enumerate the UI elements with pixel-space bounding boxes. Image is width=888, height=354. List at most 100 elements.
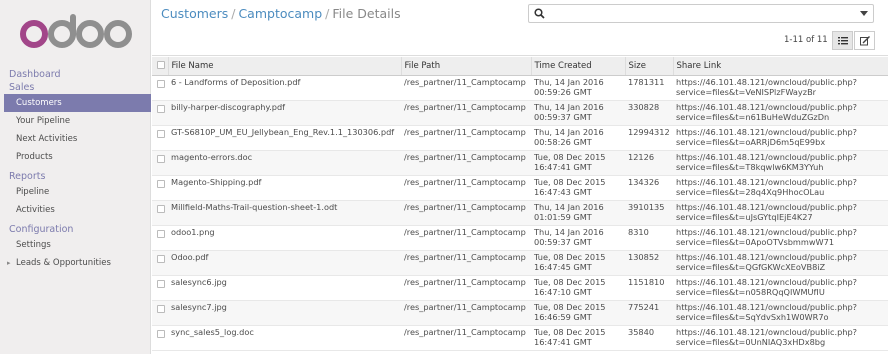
caret-right-icon: ▸: [7, 259, 11, 267]
cell-file-name: Millfield-Maths-Trail-question-sheet-1.o…: [168, 200, 401, 226]
cell-file-name: sync_sales5_log.doc: [168, 325, 401, 351]
cell-file-name: Odoo.pdf: [168, 250, 401, 276]
cell-time-created: Tue, 08 Dec 2015 16:47:41 GMT: [531, 325, 625, 351]
cell-file-path: /res_partner/11_Camptocamp: [401, 200, 531, 226]
sidebar-item-leads-opportunities[interactable]: ▸ Leads & Opportunities: [0, 254, 151, 272]
cell-file-path: /res_partner/11_Camptocamp: [401, 75, 531, 101]
cell-share-link: https://46.101.48.121/owncloud/public.ph…: [673, 200, 888, 226]
sidebar-item-customers[interactable]: Customers: [4, 94, 151, 112]
cell-size: 130852: [625, 250, 673, 276]
cell-share-link: https://46.101.48.121/owncloud/public.ph…: [673, 100, 888, 126]
column-header-file-path[interactable]: File Path: [401, 57, 532, 76]
sidebar-item-settings[interactable]: Settings: [0, 236, 151, 254]
list-view-button[interactable]: [832, 31, 853, 50]
row-checkbox[interactable]: [157, 329, 165, 338]
sidebar: Dashboard Sales Customers Your Pipeline …: [0, 0, 151, 354]
row-checkbox[interactable]: [157, 254, 165, 263]
sidebar-item-products[interactable]: Products: [0, 148, 151, 166]
row-checkbox[interactable]: [157, 279, 165, 288]
cell-time-created: Tue, 08 Dec 2015 16:47:43 GMT: [531, 175, 625, 201]
sidebar-item-label: Leads & Opportunities: [16, 258, 111, 268]
cell-size: 3910135: [625, 200, 673, 226]
cell-time-created: Tue, 08 Dec 2015 16:47:10 GMT: [531, 275, 625, 301]
cell-file-name: 6 - Landforms of Deposition.pdf: [168, 75, 401, 101]
odoo-logo[interactable]: [18, 14, 134, 50]
cell-time-created: Tue, 08 Dec 2015 16:47:45 GMT: [531, 250, 625, 276]
pager-value[interactable]: 1-11 of 11: [784, 35, 828, 45]
cell-share-link: https://46.101.48.121/owncloud/public.ph…: [673, 225, 888, 251]
cell-file-name: odoo1.png: [168, 225, 401, 251]
sidebar-item-next-activities[interactable]: Next Activities: [0, 130, 151, 148]
row-checkbox[interactable]: [157, 129, 165, 138]
cell-file-path: /res_partner/11_Camptocamp: [401, 250, 531, 276]
row-checkbox[interactable]: [157, 154, 165, 163]
row-checkbox[interactable]: [157, 204, 165, 213]
table-row[interactable]: salesync6.jpg /res_partner/11_Camptocamp…: [152, 275, 888, 301]
table-row[interactable]: magento-errors.doc /res_partner/11_Campt…: [152, 150, 888, 176]
cell-file-name: GT-S6810P_UM_EU_Jellybean_Eng_Rev.1.1_13…: [168, 125, 401, 151]
row-checkbox[interactable]: [157, 304, 165, 313]
cell-time-created: Tue, 08 Dec 2015 16:46:59 GMT: [531, 300, 625, 326]
cell-file-name: magento-errors.doc: [168, 150, 401, 176]
breadcrumb-customers[interactable]: Customers: [161, 6, 228, 21]
column-header-share-link[interactable]: Share Link: [673, 57, 888, 76]
section-configuration[interactable]: Configuration: [0, 223, 151, 236]
table-row[interactable]: Odoo.pdf /res_partner/11_Camptocamp Tue,…: [152, 250, 888, 276]
breadcrumb-current: File Details: [332, 6, 401, 21]
file-details-list: File Name File Path Time Created Size Sh…: [152, 57, 888, 354]
cell-file-path: /res_partner/11_Camptocamp: [401, 325, 531, 351]
search-options-dropdown[interactable]: [860, 11, 868, 16]
section-reports[interactable]: Reports: [0, 170, 151, 183]
row-checkbox[interactable]: [157, 104, 165, 113]
cell-time-created: Tue, 08 Dec 2015 16:47:41 GMT: [531, 150, 625, 176]
cell-time-created: Thu, 14 Jan 2016 00:59:26 GMT: [531, 75, 625, 101]
row-checkbox[interactable]: [157, 229, 165, 238]
cell-share-link: https://46.101.48.121/owncloud/public.ph…: [673, 175, 888, 201]
cell-file-path: /res_partner/11_Camptocamp: [401, 125, 531, 151]
cell-size: 8310: [625, 225, 673, 251]
cell-file-path: /res_partner/11_Camptocamp: [401, 100, 531, 126]
section-sales[interactable]: Sales: [0, 81, 151, 94]
table-row[interactable]: odoo1.png /res_partner/11_Camptocamp Thu…: [152, 225, 888, 251]
cell-file-path: /res_partner/11_Camptocamp: [401, 275, 531, 301]
sidebar-item-activities[interactable]: Activities: [0, 201, 151, 219]
table-row[interactable]: 6 - Landforms of Deposition.pdf /res_par…: [152, 75, 888, 101]
cell-share-link: https://46.101.48.121/owncloud/public.ph…: [673, 125, 888, 151]
cell-size: 35840: [625, 325, 673, 351]
cell-file-path: /res_partner/11_Camptocamp: [401, 175, 531, 201]
table-header: File Name File Path Time Created Size Sh…: [152, 57, 888, 76]
breadcrumb-company[interactable]: Camptocamp: [238, 6, 322, 21]
search-input[interactable]: [549, 6, 849, 21]
table-row[interactable]: billy-harper-discography.pdf /res_partne…: [152, 100, 888, 126]
table-row[interactable]: Magento-Shipping.pdf /res_partner/11_Cam…: [152, 175, 888, 201]
column-header-time-created[interactable]: Time Created: [531, 57, 626, 76]
table-row[interactable]: Millfield-Maths-Trail-question-sheet-1.o…: [152, 200, 888, 226]
form-view-icon: [860, 36, 870, 46]
cell-time-created: Thu, 14 Jan 2016 00:58:26 GMT: [531, 125, 625, 151]
column-header-size[interactable]: Size: [625, 57, 674, 76]
sidebar-item-pipeline[interactable]: Pipeline: [0, 183, 151, 201]
cell-file-name: salesync7.jpg: [168, 300, 401, 326]
row-checkbox[interactable]: [157, 179, 165, 188]
cell-time-created: Thu, 14 Jan 2016 00:59:37 GMT: [531, 225, 625, 251]
cell-size: 1151810: [625, 275, 673, 301]
column-header-file-name[interactable]: File Name: [168, 57, 402, 76]
table-row[interactable]: salesync7.jpg /res_partner/11_Camptocamp…: [152, 300, 888, 326]
row-checkbox[interactable]: [157, 79, 165, 88]
table-row[interactable]: sync_sales5_log.doc /res_partner/11_Camp…: [152, 325, 888, 351]
form-view-button[interactable]: [854, 31, 875, 50]
cell-share-link: https://46.101.48.121/owncloud/public.ph…: [673, 275, 888, 301]
select-all-checkbox[interactable]: [156, 61, 165, 70]
cell-share-link: https://46.101.48.121/owncloud/public.ph…: [673, 300, 888, 326]
cell-share-link: https://46.101.48.121/owncloud/public.ph…: [673, 250, 888, 276]
table-body: 6 - Landforms of Deposition.pdf /res_par…: [152, 75, 888, 351]
list-view-icon: [838, 37, 848, 45]
search-box: [528, 4, 874, 23]
sidebar-menu: Dashboard Sales Customers Your Pipeline …: [0, 68, 151, 272]
section-dashboard[interactable]: Dashboard: [0, 68, 151, 81]
cell-file-path: /res_partner/11_Camptocamp: [401, 150, 531, 176]
sidebar-item-your-pipeline[interactable]: Your Pipeline: [0, 112, 151, 130]
search-icon: [534, 8, 545, 19]
table-row[interactable]: GT-S6810P_UM_EU_Jellybean_Eng_Rev.1.1_13…: [152, 125, 888, 151]
cell-time-created: Thu, 14 Jan 2016 01:01:59 GMT: [531, 200, 625, 226]
